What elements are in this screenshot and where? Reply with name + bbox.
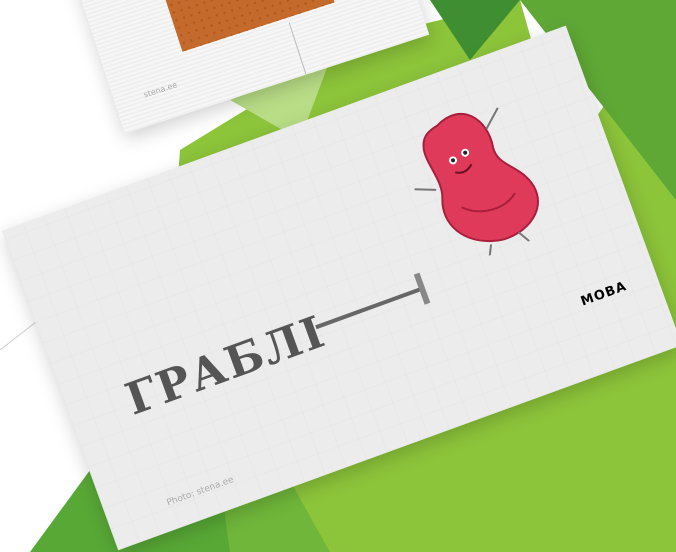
word-grabli: ГРАБЛІ (119, 306, 333, 426)
photo-credit: Photo: stena.ee (165, 474, 236, 509)
divider (288, 22, 307, 75)
orange-panel (163, 0, 335, 52)
mova-logo: МОВА (578, 279, 630, 310)
rake-icon (315, 286, 425, 330)
back-card-credit: stena.ee (142, 80, 179, 100)
bean-character-icon (414, 107, 539, 256)
slide-stage: stena.ee ГРАБЛІ МОВА Photo: stena.ee (0, 0, 676, 552)
